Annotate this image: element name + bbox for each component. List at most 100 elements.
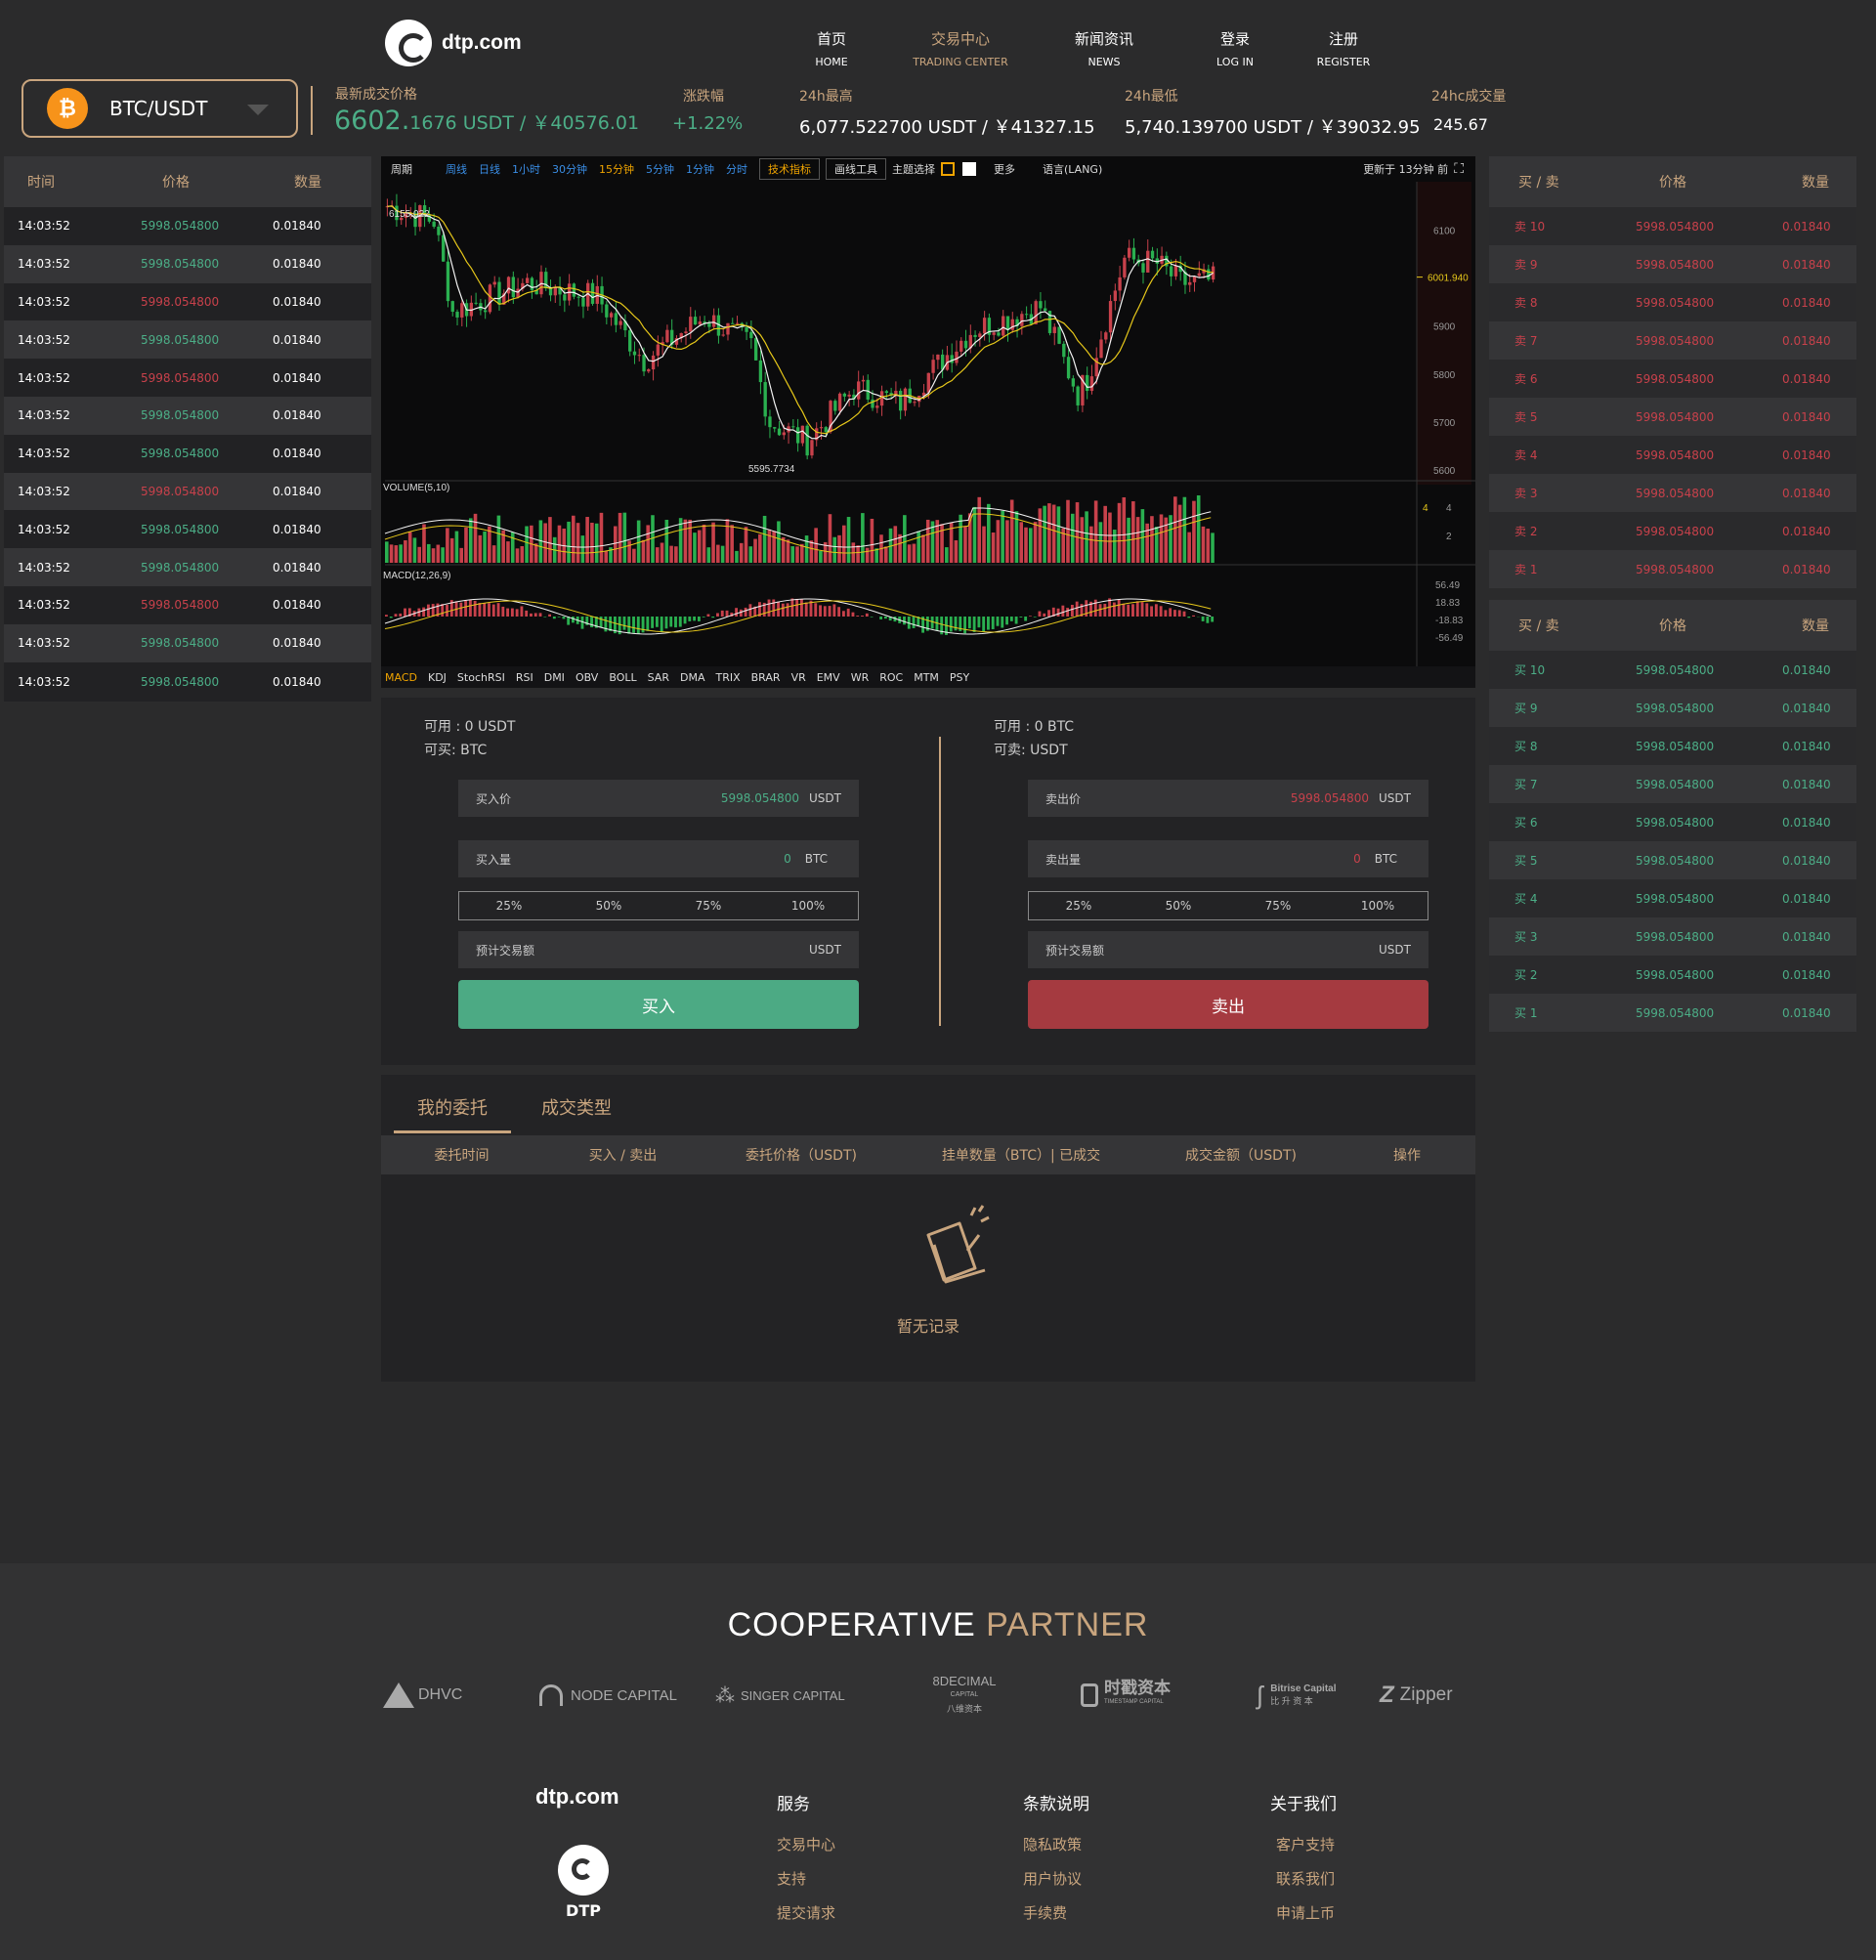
indicator-tab-stochrsi[interactable]: StochRSI bbox=[457, 671, 505, 684]
bid-row[interactable]: 买 9 5998.054800 0.01840 bbox=[1489, 689, 1856, 727]
bid-row[interactable]: 买 3 5998.054800 0.01840 bbox=[1489, 917, 1856, 956]
language-button[interactable]: 语言(LANG) bbox=[1043, 161, 1102, 177]
interval-weekly[interactable]: 周线 bbox=[446, 161, 467, 177]
interval-15m[interactable]: 15分钟 bbox=[599, 161, 634, 177]
partner-timestamp-capital[interactable]: 时戳资本 TIMESTAMP CAPITAL bbox=[1038, 1680, 1214, 1709]
interval-1h[interactable]: 1小时 bbox=[512, 161, 540, 177]
indicator-tab-vr[interactable]: VR bbox=[791, 671, 806, 684]
indicator-tab-boll[interactable]: BOLL bbox=[609, 671, 636, 684]
nav-news[interactable]: 新闻资讯 NEWS bbox=[1065, 27, 1143, 70]
indicator-tab-dmi[interactable]: DMI bbox=[544, 671, 565, 684]
buy-pct-100[interactable]: 100% bbox=[758, 892, 858, 919]
bid-row[interactable]: 买 6 5998.054800 0.01840 bbox=[1489, 803, 1856, 841]
interval-30m[interactable]: 30分钟 bbox=[552, 161, 587, 177]
footer-link[interactable]: 客户支持 bbox=[1270, 1834, 1337, 1854]
footer-link[interactable]: 用户协议 bbox=[1023, 1868, 1089, 1889]
partner-zipper[interactable]: Z Zipper bbox=[1380, 1682, 1507, 1709]
macd-bar bbox=[1056, 608, 1060, 617]
ask-row[interactable]: 卖 7 5998.054800 0.01840 bbox=[1489, 321, 1856, 360]
book-price: 5998.054800 bbox=[1636, 967, 1715, 982]
indicator-tab-emv[interactable]: EMV bbox=[817, 671, 840, 684]
indicator-tab-mtm[interactable]: MTM bbox=[914, 671, 939, 684]
footer-link[interactable]: 支持 bbox=[777, 1868, 835, 1889]
indicator-tab-macd[interactable]: MACD bbox=[385, 671, 417, 684]
indicator-tab-wr[interactable]: WR bbox=[851, 671, 870, 684]
interval-timeshare[interactable]: 分时 bbox=[726, 161, 747, 177]
ask-row[interactable]: 卖 8 5998.054800 0.01840 bbox=[1489, 283, 1856, 321]
indicator-tab-roc[interactable]: ROC bbox=[879, 671, 903, 684]
buy-pct-25[interactable]: 25% bbox=[459, 892, 559, 919]
more-button[interactable]: 更多 bbox=[994, 161, 1015, 177]
partner-bitrise-capital[interactable]: ʃ Bitrise Capital 比 升 资 本 bbox=[1214, 1681, 1380, 1711]
bid-row[interactable]: 买 10 5998.054800 0.01840 bbox=[1489, 651, 1856, 689]
fullscreen-icon[interactable]: ⛶ bbox=[1454, 161, 1464, 177]
ask-row[interactable]: 卖 10 5998.054800 0.01840 bbox=[1489, 207, 1856, 245]
sell-pct-75[interactable]: 75% bbox=[1228, 892, 1328, 919]
partner-singer-capital[interactable]: ⁂ SINGER CAPITAL bbox=[715, 1683, 891, 1708]
buy-qty-field[interactable]: 买入量 0 BTC bbox=[458, 840, 859, 877]
bid-row[interactable]: 买 4 5998.054800 0.01840 bbox=[1489, 879, 1856, 917]
site-logo[interactable]: dtp.com bbox=[385, 20, 522, 66]
nav-trading-center[interactable]: 交易中心 TRADING CENTER bbox=[907, 27, 1014, 70]
theme-light-swatch[interactable] bbox=[962, 162, 976, 176]
tab-trade-type[interactable]: 成交类型 bbox=[518, 1094, 635, 1133]
footer-link[interactable]: 手续费 bbox=[1023, 1902, 1089, 1923]
footer-link[interactable]: 交易中心 bbox=[777, 1834, 835, 1854]
nav-register[interactable]: 注册 REGISTER bbox=[1309, 27, 1378, 70]
buy-pct-75[interactable]: 75% bbox=[659, 892, 758, 919]
ask-row[interactable]: 卖 1 5998.054800 0.01840 bbox=[1489, 550, 1856, 588]
ask-row[interactable]: 卖 4 5998.054800 0.01840 bbox=[1489, 436, 1856, 474]
indicator-tab-rsi[interactable]: RSI bbox=[516, 671, 533, 684]
interval-1m[interactable]: 1分钟 bbox=[686, 161, 714, 177]
sell-qty-field[interactable]: 卖出量 0 BTC bbox=[1028, 840, 1428, 877]
buy-pct-50[interactable]: 50% bbox=[559, 892, 659, 919]
indicators-button[interactable]: 技术指标 bbox=[759, 158, 820, 180]
indicator-tab-dma[interactable]: DMA bbox=[680, 671, 705, 684]
ask-row[interactable]: 卖 3 5998.054800 0.01840 bbox=[1489, 474, 1856, 512]
sell-pct-100[interactable]: 100% bbox=[1328, 892, 1428, 919]
partner-node-capital[interactable]: NODE CAPITAL bbox=[539, 1684, 715, 1706]
interval-daily[interactable]: 日线 bbox=[479, 161, 500, 177]
sell-est-label: 预计交易额 bbox=[1045, 943, 1105, 958]
volume-bar bbox=[385, 541, 389, 563]
partner-8decimal[interactable]: 8DECIMAL CAPITAL 八维资本 bbox=[891, 1675, 1038, 1716]
indicator-tab-kdj[interactable]: KDJ bbox=[428, 671, 447, 684]
nav-home[interactable]: 首页 HOME bbox=[807, 27, 856, 70]
indicator-tab-sar[interactable]: SAR bbox=[648, 671, 669, 684]
nav-login[interactable]: 登录 LOG IN bbox=[1206, 27, 1264, 70]
indicator-tab-trix[interactable]: TRIX bbox=[715, 671, 740, 684]
kline-chart[interactable]: 周期 周线 日线 1小时 30分钟 15分钟 5分钟 1分钟 分时 技术指标 画… bbox=[381, 156, 1475, 688]
indicator-tab-brar[interactable]: BRAR bbox=[751, 671, 781, 684]
pair-selector[interactable]: ₿ BTC/USDT bbox=[21, 79, 298, 138]
draw-tools-button[interactable]: 画线工具 bbox=[826, 158, 886, 180]
ask-row[interactable]: 卖 2 5998.054800 0.01840 bbox=[1489, 512, 1856, 550]
interval-5m[interactable]: 5分钟 bbox=[646, 161, 674, 177]
footer-link[interactable]: 提交请求 bbox=[777, 1902, 835, 1923]
macd-bar bbox=[982, 617, 986, 632]
tab-my-orders[interactable]: 我的委托 bbox=[394, 1094, 511, 1133]
buy-button[interactable]: 买入 bbox=[458, 980, 859, 1029]
book-price: 5998.054800 bbox=[1636, 219, 1715, 234]
sell-pct-25[interactable]: 25% bbox=[1029, 892, 1129, 919]
empty-record-icon bbox=[926, 1205, 990, 1284]
ask-row[interactable]: 卖 6 5998.054800 0.01840 bbox=[1489, 360, 1856, 398]
sell-pct-50[interactable]: 50% bbox=[1129, 892, 1228, 919]
bid-row[interactable]: 买 1 5998.054800 0.01840 bbox=[1489, 994, 1856, 1032]
sell-button[interactable]: 卖出 bbox=[1028, 980, 1428, 1029]
theme-dark-swatch[interactable] bbox=[941, 162, 955, 176]
footer-link[interactable]: 联系我们 bbox=[1270, 1868, 1337, 1889]
ask-row[interactable]: 卖 9 5998.054800 0.01840 bbox=[1489, 245, 1856, 283]
sell-price-field[interactable]: 卖出价 5998.054800 USDT bbox=[1028, 780, 1428, 817]
footer-link[interactable]: 申请上币 bbox=[1270, 1902, 1337, 1923]
bid-row[interactable]: 买 2 5998.054800 0.01840 bbox=[1489, 956, 1856, 994]
bid-row[interactable]: 买 5 5998.054800 0.01840 bbox=[1489, 841, 1856, 879]
ask-row[interactable]: 卖 5 5998.054800 0.01840 bbox=[1489, 398, 1856, 436]
indicator-tab-obv[interactable]: OBV bbox=[576, 671, 598, 684]
partner-dhvc[interactable]: DHVC bbox=[383, 1683, 539, 1708]
footer-link[interactable]: 隐私政策 bbox=[1023, 1834, 1089, 1854]
bid-row[interactable]: 买 8 5998.054800 0.01840 bbox=[1489, 727, 1856, 765]
trade-qty: 0.01840 bbox=[273, 522, 321, 536]
indicator-tab-psy[interactable]: PSY bbox=[950, 671, 969, 684]
bid-row[interactable]: 买 7 5998.054800 0.01840 bbox=[1489, 765, 1856, 803]
buy-price-field[interactable]: 买入价 5998.054800 USDT bbox=[458, 780, 859, 817]
